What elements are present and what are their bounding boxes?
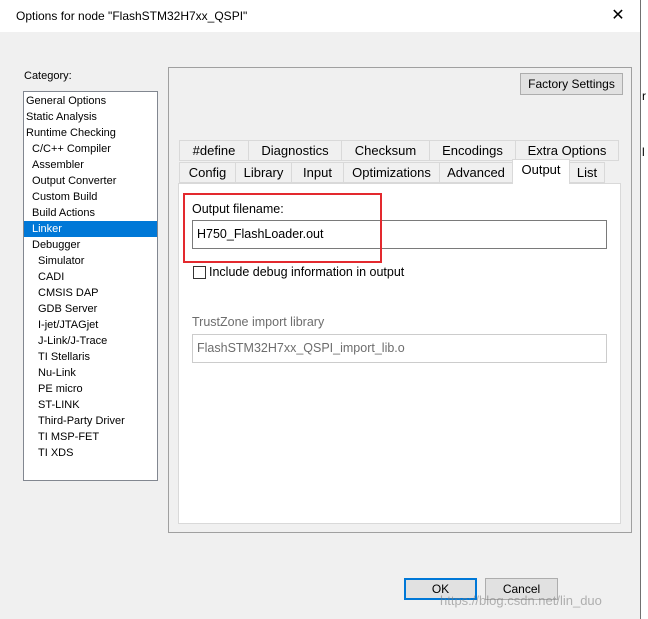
tab-advanced[interactable]: Advanced: [439, 162, 513, 183]
category-item[interactable]: Nu-Link: [24, 365, 157, 381]
tab-extra-options[interactable]: Extra Options: [515, 140, 619, 161]
tab-checksum[interactable]: Checksum: [341, 140, 430, 161]
tab-output[interactable]: Output: [512, 159, 570, 184]
category-item[interactable]: Build Actions: [24, 205, 157, 221]
category-item[interactable]: Static Analysis: [24, 109, 157, 125]
title-bar: Options for node "FlashSTM32H7xx_QSPI" ✕: [0, 0, 640, 32]
category-item[interactable]: GDB Server: [24, 301, 157, 317]
background-fragment: r: [642, 89, 646, 103]
close-icon[interactable]: ✕: [600, 2, 636, 30]
category-label: Category:: [24, 70, 72, 82]
tab-diagnostics[interactable]: Diagnostics: [248, 140, 342, 161]
category-item[interactable]: Runtime Checking: [24, 125, 157, 141]
include-debug-label: Include debug information in output: [209, 265, 405, 279]
category-item[interactable]: CMSIS DAP: [24, 285, 157, 301]
category-item[interactable]: J-Link/J-Trace: [24, 333, 157, 349]
category-item[interactable]: Assembler: [24, 157, 157, 173]
tab-config[interactable]: Config: [179, 162, 236, 183]
category-item[interactable]: Third-Party Driver: [24, 413, 157, 429]
options-dialog: Options for node "FlashSTM32H7xx_QSPI" ✕…: [0, 0, 641, 619]
tab-input[interactable]: Input: [291, 162, 344, 183]
trustzone-label: TrustZone import library: [192, 315, 325, 329]
trustzone-input: FlashSTM32H7xx_QSPI_import_lib.o: [192, 334, 607, 363]
window-title: Options for node "FlashSTM32H7xx_QSPI": [16, 9, 248, 23]
category-item[interactable]: CADI: [24, 269, 157, 285]
background-fragment: l: [642, 145, 645, 159]
category-item[interactable]: Output Converter: [24, 173, 157, 189]
factory-settings-button[interactable]: Factory Settings: [520, 73, 623, 95]
category-item[interactable]: TI MSP-FET: [24, 429, 157, 445]
category-item[interactable]: Custom Build: [24, 189, 157, 205]
category-item[interactable]: TI XDS: [24, 445, 157, 461]
category-item[interactable]: Debugger: [24, 237, 157, 253]
tab-define[interactable]: #define: [179, 140, 249, 161]
category-item[interactable]: General Options: [24, 93, 157, 109]
category-item[interactable]: PE micro: [24, 381, 157, 397]
tab-list[interactable]: List: [569, 162, 605, 183]
background-window-edge: r l: [640, 0, 648, 619]
tab-encodings[interactable]: Encodings: [429, 140, 516, 161]
tab-library[interactable]: Library: [235, 162, 292, 183]
category-item[interactable]: I-jet/JTAGjet: [24, 317, 157, 333]
category-item[interactable]: ST-LINK: [24, 397, 157, 413]
category-item[interactable]: Simulator: [24, 253, 157, 269]
category-list[interactable]: General Options Static Analysis Runtime Ch…: [23, 91, 158, 481]
category-item[interactable]: TI Stellaris: [24, 349, 157, 365]
output-filename-label: Output filename:: [192, 202, 284, 216]
category-item[interactable]: C/C++ Compiler: [24, 141, 157, 157]
include-debug-checkbox[interactable]: [193, 266, 206, 279]
category-item[interactable]: Linker: [24, 221, 157, 237]
tab-optimizations[interactable]: Optimizations: [343, 162, 440, 183]
watermark: https://blog.csdn.net/lin_duo: [440, 593, 602, 608]
output-filename-input[interactable]: H750_FlashLoader.out: [192, 220, 607, 249]
